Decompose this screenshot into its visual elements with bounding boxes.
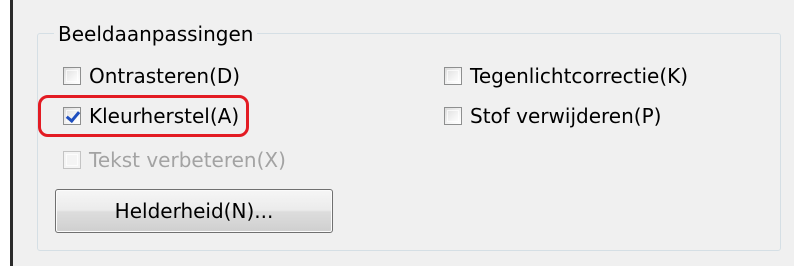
ontrasteren-label[interactable]: Ontrasteren(D) — [89, 64, 240, 88]
tekst-verbeteren-label: Tekst verbeteren(X) — [89, 148, 286, 172]
stof-verwijderen-option[interactable]: Stof verwijderen(P) — [444, 102, 661, 130]
kleurherstel-checkbox[interactable] — [63, 107, 81, 125]
stof-verwijderen-label[interactable]: Stof verwijderen(P) — [470, 104, 661, 128]
ontrasteren-checkbox[interactable] — [63, 67, 81, 85]
tekst-verbeteren-option: Tekst verbeteren(X) — [63, 146, 286, 174]
tegenlichtcorrectie-checkbox[interactable] — [444, 67, 462, 85]
kleurherstel-label[interactable]: Kleurherstel(A) — [89, 104, 239, 128]
ontrasteren-option[interactable]: Ontrasteren(D) — [63, 62, 240, 90]
tekst-verbeteren-checkbox — [63, 151, 81, 169]
tegenlichtcorrectie-label[interactable]: Tegenlichtcorrectie(K) — [470, 64, 688, 88]
stof-verwijderen-checkbox[interactable] — [444, 107, 462, 125]
helderheid-button[interactable]: Helderheid(N)... — [55, 189, 333, 233]
image-adjustments-title: Beeldaanpassingen — [54, 22, 258, 46]
tegenlichtcorrectie-option[interactable]: Tegenlichtcorrectie(K) — [444, 62, 688, 90]
kleurherstel-option[interactable]: Kleurherstel(A) — [63, 102, 239, 130]
